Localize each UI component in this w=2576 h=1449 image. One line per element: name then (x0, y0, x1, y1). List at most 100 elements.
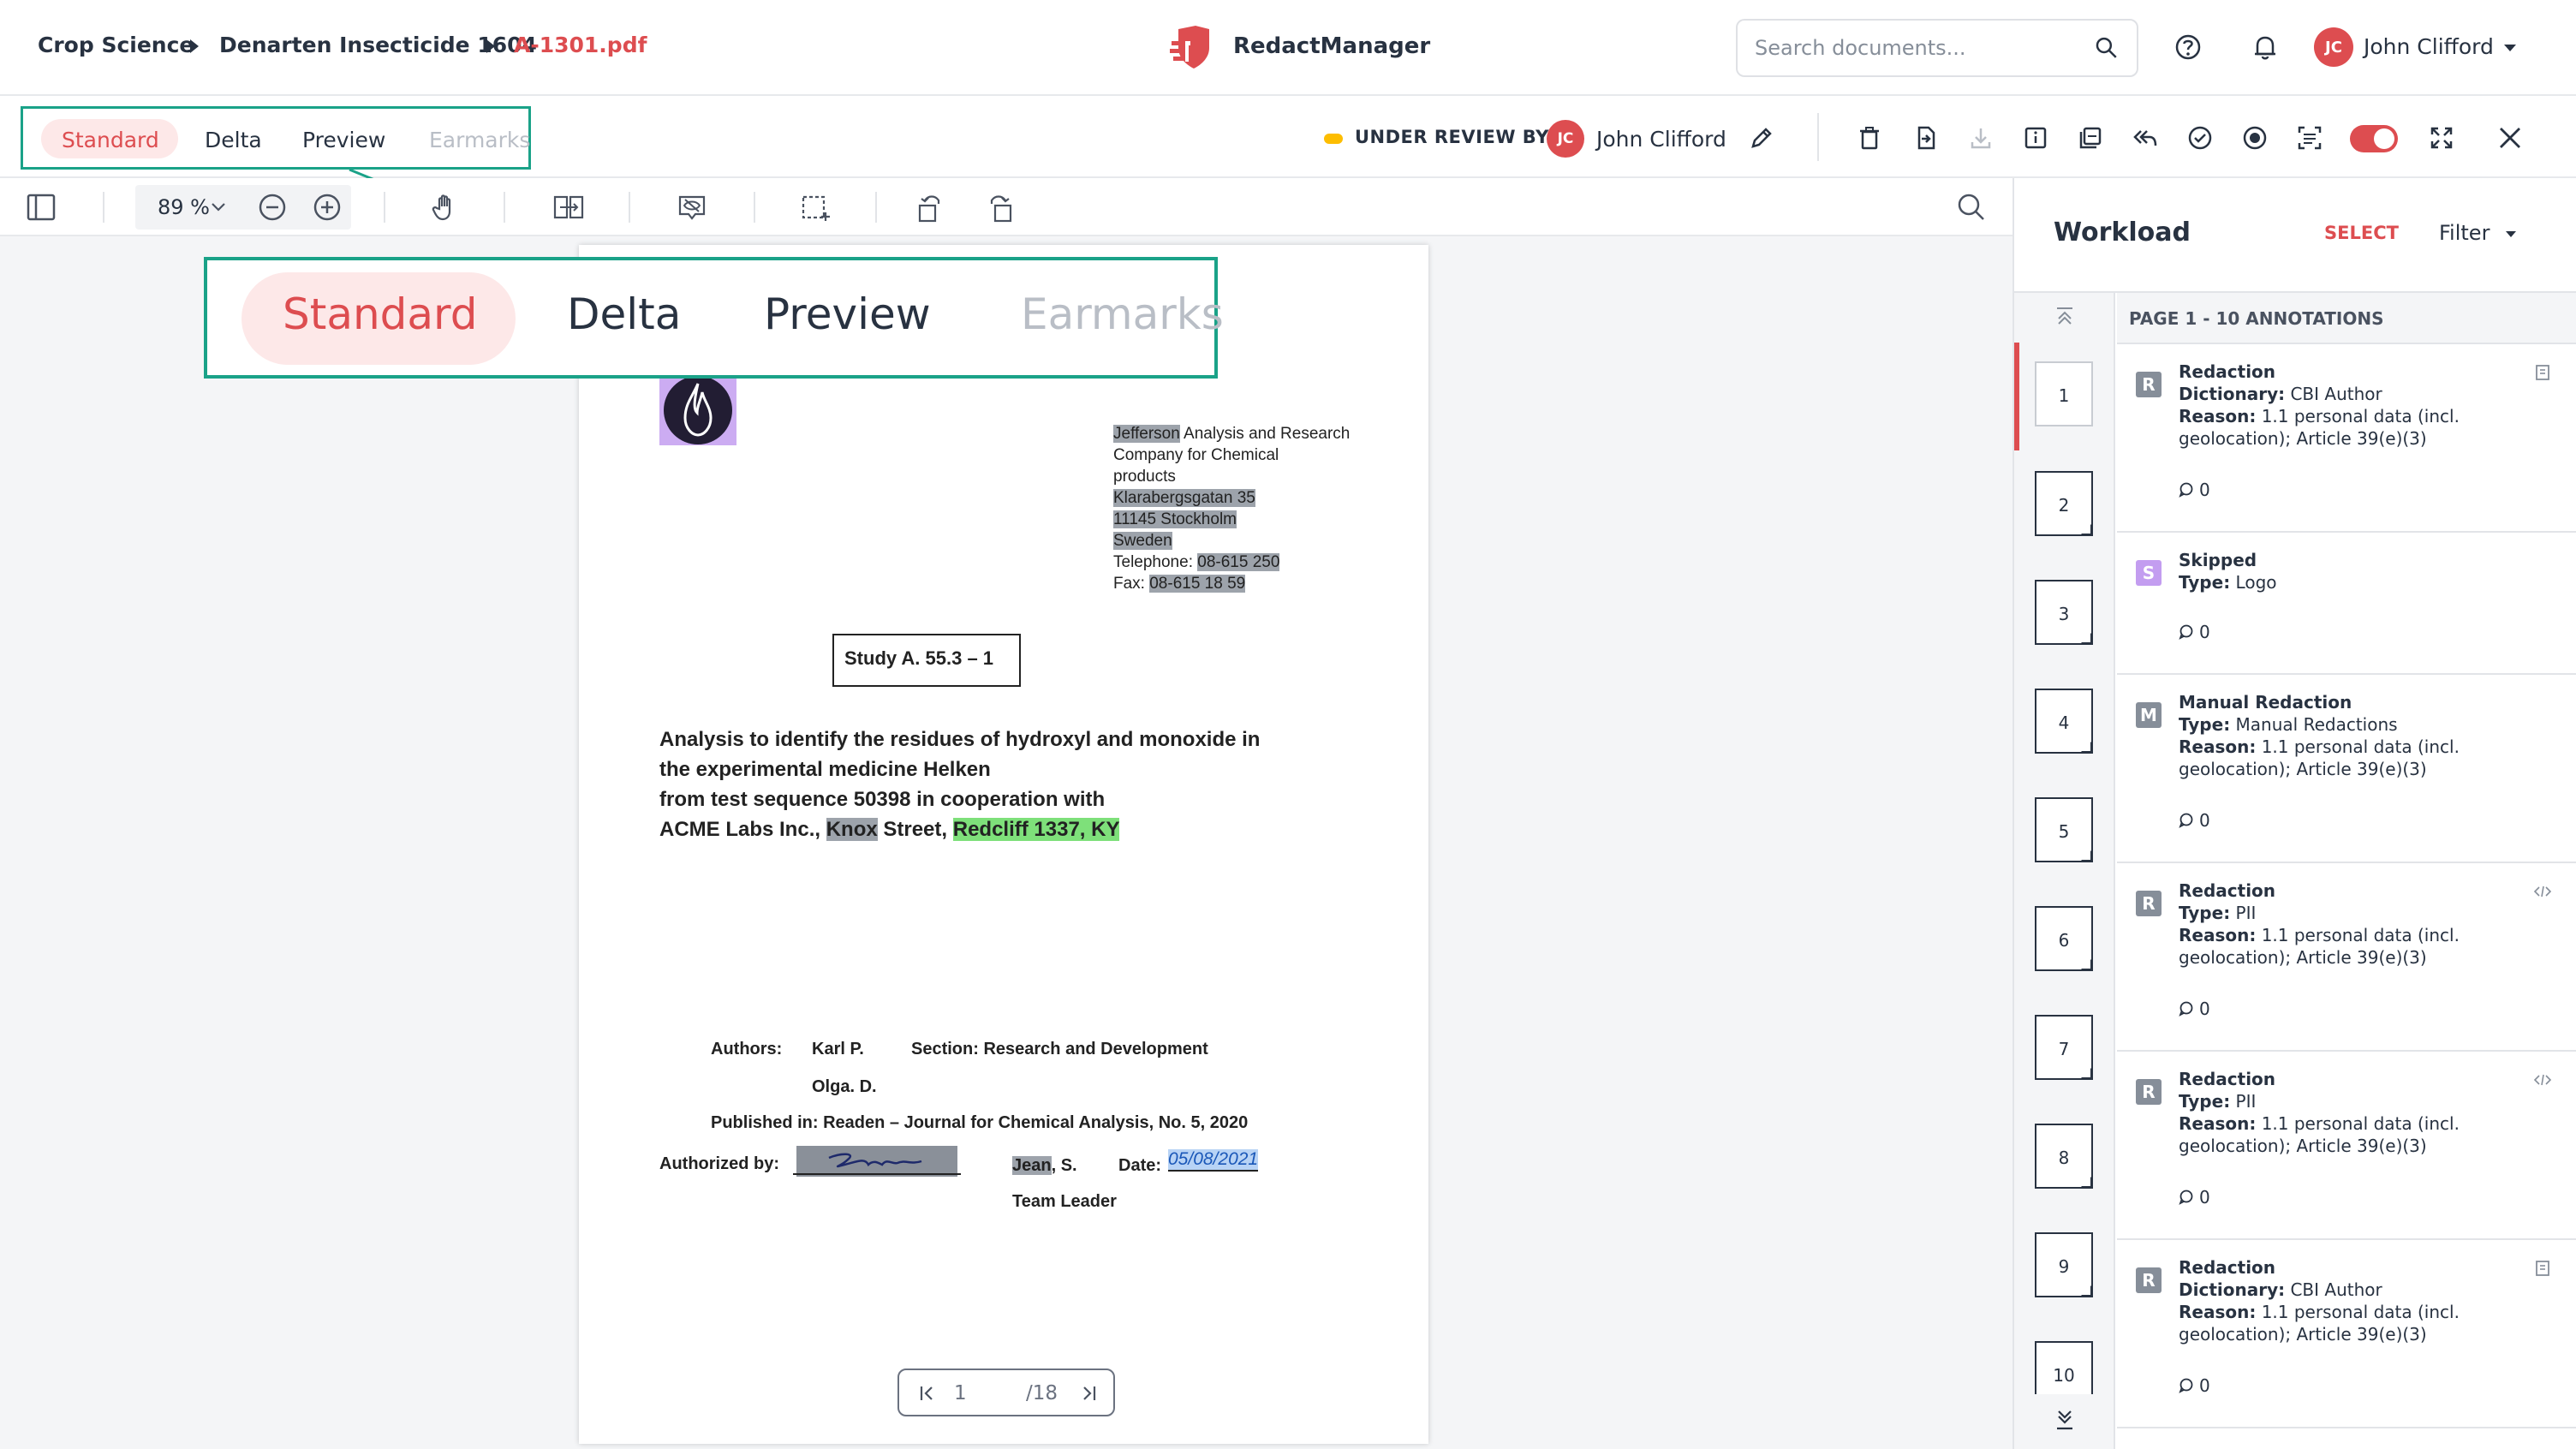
scroll-to-bottom-icon[interactable] (2054, 1408, 2076, 1434)
document-info-icon[interactable] (2021, 123, 2050, 152)
pan-hand-icon[interactable] (428, 190, 462, 224)
fullscreen-expand-icon[interactable] (2427, 123, 2456, 152)
page-thumbnail-5[interactable]: 5 (2035, 797, 2093, 862)
search-input[interactable] (1755, 36, 2095, 60)
record-circle-icon[interactable] (2240, 123, 2269, 152)
user-avatar[interactable]: JC (2314, 27, 2353, 67)
help-icon[interactable] (2174, 33, 2203, 62)
user-menu-chevron-down-icon[interactable] (2504, 45, 2516, 51)
first-page-icon[interactable] (918, 1384, 937, 1403)
page-thumbnail-number: 4 (2058, 713, 2070, 733)
search-icon[interactable] (2094, 35, 2120, 61)
ocr-scan-icon[interactable] (2295, 123, 2324, 152)
rotate-right-icon[interactable] (983, 190, 1017, 224)
close-icon[interactable] (2496, 123, 2525, 152)
redacted-telephone[interactable]: 08-615 250 (1197, 553, 1280, 571)
annotation-item[interactable]: R Redaction Dictionary: CBI Author Reaso… (2117, 344, 2576, 533)
page-thumbnail-4[interactable]: 4 (2035, 689, 2093, 754)
annotation-key: Reason: (2179, 925, 2257, 945)
delete-trash-icon[interactable] (1855, 123, 1884, 152)
scroll-to-top-icon[interactable] (2054, 305, 2076, 327)
address-line-1-rest: Analysis and Research (1179, 425, 1351, 443)
user-name[interactable]: John Clifford (2364, 34, 2494, 59)
annotation-page-header: PAGE 1 - 10 ANNOTATIONS (2117, 293, 2576, 344)
current-page-input[interactable]: 1 (954, 1382, 967, 1404)
toggle-sidebar-icon[interactable] (24, 190, 58, 224)
annotation-item[interactable]: R Redaction Type: PII Reason: 1.1 person… (2117, 863, 2576, 1052)
page-thumbnail-2[interactable]: 2 (2035, 471, 2093, 536)
app-brand: RedactManager (1170, 22, 1430, 70)
annotation-key: Dictionary: (2179, 1279, 2286, 1300)
document-search-icon[interactable] (1954, 190, 1989, 224)
page-thumbnail-3[interactable]: 3 (2035, 580, 2093, 645)
rotate-left-icon[interactable] (913, 190, 947, 224)
annotation-comments[interactable]: 0 (2179, 480, 2210, 500)
hide-annotations-icon[interactable] (675, 190, 709, 224)
highlighted-address[interactable]: Redcliff 1337, KY (952, 818, 1120, 841)
redacted-fax[interactable]: 08-615 18 59 (1149, 575, 1246, 593)
author-2: Olga. D. (812, 1077, 877, 1096)
redacted-country[interactable]: Sweden (1113, 532, 1172, 550)
search-box[interactable] (1736, 19, 2138, 77)
dictionary-book-icon[interactable] (2533, 363, 2552, 382)
redaction-badge: R (2136, 372, 2162, 397)
filter-button[interactable]: Filter (2439, 221, 2490, 245)
comment-bubble-icon (2179, 482, 2193, 498)
handwritten-date[interactable]: 05/08/2021 (1168, 1149, 1259, 1172)
page-fold-inner (2081, 1177, 2090, 1186)
annotation-count-label: PAGE 1 - 10 ANNOTATIONS (2129, 308, 2384, 329)
compare-documents-icon[interactable] (552, 190, 586, 224)
page-thumbnail-number: 6 (2058, 930, 2070, 951)
annotation-comments[interactable]: 0 (2179, 810, 2210, 831)
code-tag-icon[interactable] (2533, 882, 2552, 901)
page-thumbnail-8[interactable]: 8 (2035, 1124, 2093, 1189)
redacted-signer-name[interactable]: Jean (1012, 1156, 1052, 1175)
page-thumbnail-1[interactable]: 1 (2035, 361, 2093, 426)
annotation-item[interactable]: M Manual Redaction Type: Manual Redactio… (2117, 675, 2576, 863)
annotation-item[interactable]: R Redaction Type: PII Reason: 1.1 person… (2117, 1052, 2576, 1240)
address-line-2: Company for Chemical (1113, 446, 1279, 464)
view-mode-standard[interactable]: Standard (62, 128, 159, 152)
edit-reviewer-pencil-icon[interactable] (1747, 123, 1776, 152)
reply-all-icon[interactable] (2131, 123, 2160, 152)
page-thumbnail-7[interactable]: 7 (2035, 1015, 2093, 1080)
redacted-company-name[interactable]: Jefferson (1113, 425, 1180, 443)
area-select-icon[interactable] (798, 190, 832, 224)
annotation-comments[interactable]: 0 (2179, 1187, 2210, 1208)
exclude-pages-toggle[interactable] (2350, 125, 2398, 152)
toolbar-divider (504, 192, 505, 223)
view-mode-delta[interactable]: Delta (205, 128, 262, 152)
page-thumbnail-9[interactable]: 9 (2035, 1232, 2093, 1297)
page-thumbnail-10[interactable]: 10 (2035, 1341, 2093, 1394)
redacted-signature[interactable] (796, 1146, 957, 1177)
annotation-item[interactable]: R Redaction Dictionary: CBI Author Reaso… (2117, 1240, 2576, 1428)
approve-check-circle-icon[interactable] (2185, 123, 2215, 152)
breadcrumb-item-crop-science[interactable]: Crop Science (38, 33, 194, 57)
export-file-icon[interactable] (1911, 123, 1941, 152)
page-thumbnail-6[interactable]: 6 (2035, 906, 2093, 971)
duplicate-pages-icon[interactable] (2076, 123, 2105, 152)
pdf-page[interactable]: Jefferson Analysis and Research Company … (579, 245, 1428, 1444)
view-mode-preview[interactable]: Preview (302, 128, 385, 152)
redacted-postcode-city[interactable]: 11145 Stockholm (1113, 510, 1237, 528)
page-thumbnail-number: 5 (2058, 821, 2070, 842)
code-tag-icon[interactable] (2533, 1070, 2552, 1089)
zoom-chevron-down-icon[interactable] (211, 202, 226, 212)
select-button[interactable]: SELECT (2324, 223, 2399, 243)
annotation-item[interactable]: S Skipped Type: Logo 0 (2117, 533, 2576, 675)
zoom-out-icon[interactable] (255, 190, 289, 224)
dictionary-book-icon[interactable] (2533, 1259, 2552, 1278)
notifications-bell-icon[interactable] (2251, 33, 2280, 62)
toolbar-divider (629, 192, 630, 223)
annotation-comments[interactable]: 0 (2179, 999, 2210, 1019)
zoom-value[interactable]: 89 % (158, 195, 210, 219)
download-icon (1971, 128, 1991, 149)
filter-chevron-down-icon[interactable] (2506, 231, 2516, 237)
redacted-street-name[interactable]: Knox (826, 818, 878, 841)
zoom-in-icon[interactable] (310, 190, 344, 224)
redacted-street[interactable]: Klarabergsgatan 35 (1113, 489, 1255, 507)
annotation-comments[interactable]: 0 (2179, 622, 2210, 642)
last-page-icon[interactable] (1079, 1384, 1098, 1403)
annotation-comments[interactable]: 0 (2179, 1375, 2210, 1396)
date-label: Date: (1118, 1156, 1162, 1175)
